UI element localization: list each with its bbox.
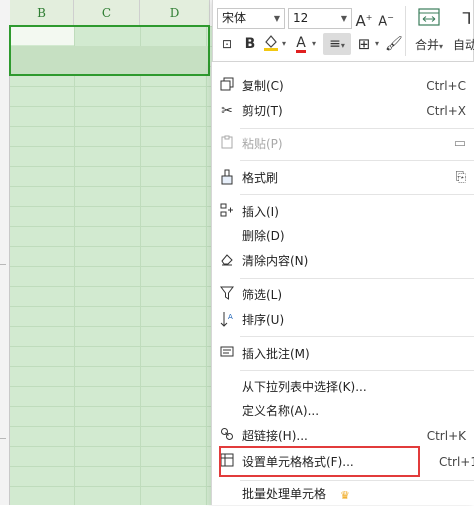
menu-item-shortcut: Ctrl+K — [426, 429, 466, 443]
menu-item-label: 格式刷 — [242, 171, 279, 185]
menu-divider — [240, 128, 474, 129]
menu-item-clear-contents[interactable]: 清除内容(N) — [212, 249, 474, 273]
menu-divider — [240, 370, 474, 371]
menu-item-copy[interactable]: 复制(C) Ctrl+C — [212, 74, 474, 98]
menu-item-shortcut: Ctrl+1 — [438, 455, 474, 469]
menu-item-label: 清除内容(N) — [242, 254, 309, 268]
format-painter-pin-icon: ⎘ — [455, 170, 466, 185]
font-color-dropdown-icon[interactable]: ▾ — [310, 33, 318, 55]
clipboard-icon — [218, 135, 236, 153]
comment-icon — [218, 345, 236, 363]
bold-button[interactable]: B — [241, 33, 259, 55]
eraser-icon — [218, 252, 236, 270]
menu-item-label: 剪切(T) — [242, 104, 283, 118]
menu-item-paste[interactable]: 粘贴(P) ▭ — [212, 132, 474, 156]
decrease-font-button[interactable]: A− — [377, 7, 395, 29]
menu-item-label: 删除(D) — [242, 229, 285, 243]
menu-item-label: 定义名称(A)... — [242, 404, 320, 418]
funnel-icon — [218, 286, 236, 304]
row-header-bar[interactable] — [0, 26, 10, 505]
wrap-text-icon[interactable]: ⅂ — [460, 8, 474, 30]
menu-divider — [240, 336, 474, 337]
align-center-icon: ≡ — [329, 36, 341, 52]
menu-item-shortcut: Ctrl+X — [426, 104, 466, 118]
menu-item-hyperlink[interactable]: 超链接(H)... Ctrl+K — [212, 424, 474, 448]
increase-font-button[interactable]: A+ — [355, 7, 373, 30]
menu-item-define-name[interactable]: 定义名称(A)... — [212, 399, 474, 423]
link-icon — [218, 427, 236, 445]
font-size-value: 12 — [293, 11, 309, 25]
menu-item-label: 从下拉列表中选择(K)... — [242, 380, 367, 394]
menu-divider — [240, 480, 474, 481]
insert-cells-icon — [218, 203, 236, 221]
menu-item-filter[interactable]: 筛选(L) — [212, 283, 474, 307]
autofit-button[interactable]: 自动 — [453, 34, 474, 56]
merge-button[interactable]: 合并▾ — [409, 34, 449, 56]
merge-label: 合并 — [414, 38, 439, 52]
column-header-d[interactable]: D — [140, 0, 210, 26]
grow-font-icon: A — [355, 12, 366, 30]
borders-dropdown-icon[interactable]: ▾ — [373, 33, 381, 55]
menu-item-shortcut: Ctrl+C — [426, 79, 466, 93]
menu-item-label: 插入批注(M) — [242, 347, 310, 361]
format-brush-icon[interactable]: 🖌 — [385, 33, 403, 55]
context-menu: 复制(C) Ctrl+C ✂ 剪切(T) Ctrl+X 粘贴(P) ▭ 格式刷 … — [211, 62, 474, 505]
font-size-select[interactable]: 12 ▼ — [288, 8, 352, 29]
menu-item-label: 超链接(H)... — [242, 429, 308, 443]
menu-item-label: 插入(I) — [242, 205, 279, 219]
paintbrush-icon — [218, 169, 236, 187]
menu-divider — [240, 194, 474, 195]
select-region-icon[interactable]: ⊡ — [217, 33, 237, 55]
menu-item-label: 批量处理单元格 — [242, 487, 327, 501]
column-header-b[interactable]: B — [10, 0, 74, 26]
svg-text:A: A — [228, 313, 233, 321]
autofit-label: 自动 — [453, 38, 474, 52]
menu-item-format-painter[interactable]: 格式刷 ⎘ — [212, 166, 474, 190]
row-tick — [0, 264, 6, 265]
menu-item-insert-comment[interactable]: 插入批注(M) — [212, 342, 474, 366]
row-tick — [0, 438, 6, 439]
align-center-button[interactable]: ≡▾ — [323, 33, 351, 55]
chevron-down-icon: ▼ — [273, 14, 280, 23]
menu-item-insert[interactable]: 插入(I) — [212, 200, 474, 224]
paste-options-icon: ▭ — [453, 136, 466, 151]
menu-item-delete[interactable]: 删除(D) — [212, 224, 474, 248]
menu-item-label: 粘贴(P) — [242, 137, 283, 151]
menu-divider — [240, 278, 474, 279]
sort-icon: A — [218, 311, 236, 329]
format-mini-toolbar: 宋体 ▼ 12 ▼ A+ A− ⅂ ⊡ B ▾ A ▾ ≡▾ ⊞ ▾ 🖌 合并▾… — [212, 0, 474, 62]
menu-item-label: 复制(C) — [242, 79, 284, 93]
menu-item-label: 排序(U) — [242, 313, 285, 327]
font-name-select[interactable]: 宋体 ▼ — [217, 8, 285, 29]
column-header-c[interactable]: C — [74, 0, 140, 26]
borders-icon[interactable]: ⊞ — [355, 33, 373, 55]
shrink-font-icon: A — [378, 14, 388, 30]
menu-item-pick-from-list[interactable]: 从下拉列表中选择(K)... — [212, 375, 474, 399]
fill-color-icon[interactable] — [262, 33, 280, 55]
scissors-icon: ✂ — [221, 103, 233, 119]
selection-border — [9, 25, 210, 76]
crown-icon: ♛ — [340, 489, 350, 502]
toolbar-divider — [405, 6, 406, 56]
menu-item-sort[interactable]: A 排序(U) — [212, 308, 474, 332]
font-name-value: 宋体 — [222, 11, 247, 25]
font-color-icon: A — [296, 35, 306, 53]
merge-icon[interactable] — [417, 8, 441, 30]
menu-divider — [240, 160, 474, 161]
font-color-button[interactable]: A — [293, 32, 309, 54]
fill-color-dropdown-icon[interactable]: ▾ — [280, 33, 288, 55]
copy-icon — [218, 77, 236, 95]
menu-item-label: 筛选(L) — [242, 288, 283, 302]
chevron-down-icon: ▼ — [340, 14, 347, 23]
menu-item-cut[interactable]: ✂ 剪切(T) Ctrl+X — [212, 99, 474, 123]
highlight-annotation — [219, 446, 420, 477]
